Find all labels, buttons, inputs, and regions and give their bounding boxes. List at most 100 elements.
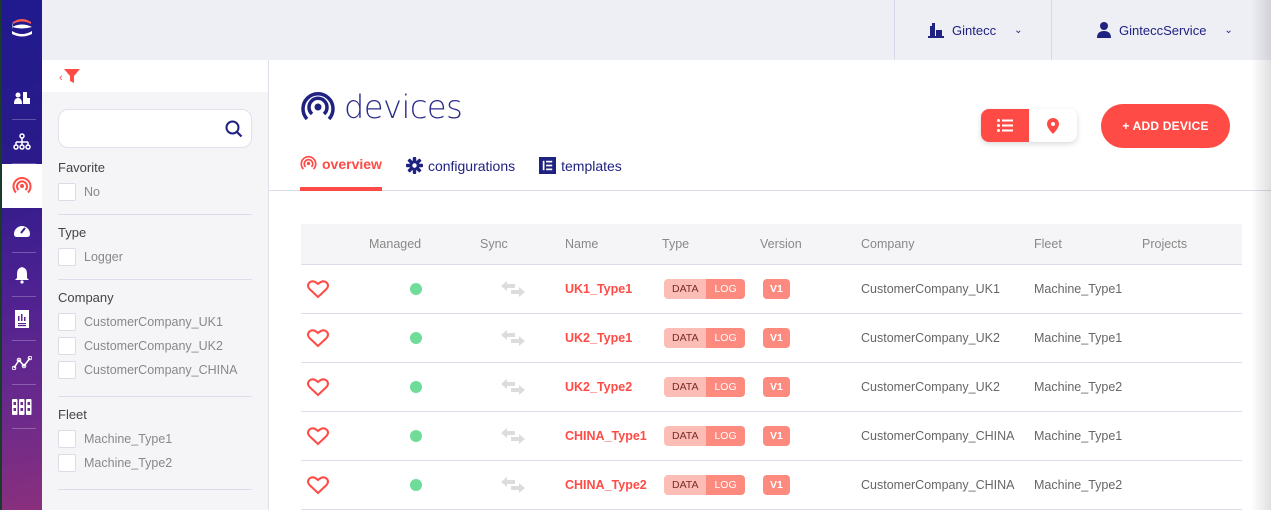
chevron-left-icon: ‹ bbox=[59, 72, 63, 84]
device-name-link[interactable]: UK2_Type1 bbox=[565, 331, 632, 345]
type-badge: DATA LOG bbox=[664, 426, 745, 446]
sync-arrows-icon bbox=[501, 428, 525, 444]
table-row[interactable]: CHINA_Type2 DATA LOG V1 CustomerCompany_… bbox=[301, 461, 1242, 510]
nav-devices[interactable] bbox=[2, 164, 42, 208]
device-name-cell[interactable]: UK2_Type1 bbox=[565, 314, 632, 362]
filter-option[interactable]: Machine_Type1 bbox=[58, 427, 252, 451]
filter-option[interactable]: No bbox=[58, 180, 252, 204]
broadcast-icon bbox=[301, 92, 335, 121]
nav-storage[interactable] bbox=[2, 385, 42, 429]
version-badge: V1 bbox=[763, 475, 790, 495]
column-header-type[interactable]: Type bbox=[662, 237, 689, 251]
app-logo[interactable] bbox=[2, 16, 42, 46]
nav-companies[interactable] bbox=[2, 76, 42, 120]
user-dropdown[interactable]: GinteccService ⌄ bbox=[1051, 0, 1271, 60]
filter-toggle[interactable]: ‹ bbox=[42, 60, 268, 92]
table-row[interactable]: UK2_Type1 DATA LOG V1 CustomerCompany_UK… bbox=[301, 314, 1242, 363]
tab-overview[interactable]: overview bbox=[300, 152, 382, 191]
checkbox[interactable] bbox=[58, 361, 76, 379]
page-title: devices bbox=[300, 88, 463, 126]
column-header-company[interactable]: Company bbox=[861, 237, 915, 251]
sync-status[interactable] bbox=[501, 363, 525, 411]
device-name-cell[interactable]: CHINA_Type1 bbox=[565, 412, 647, 460]
type-badge-log: LOG bbox=[706, 475, 745, 495]
managed-status bbox=[410, 363, 422, 411]
sync-status[interactable] bbox=[501, 265, 525, 313]
checkbox[interactable] bbox=[58, 183, 76, 201]
device-name-cell[interactable]: UK1_Type1 bbox=[565, 265, 632, 313]
sync-status[interactable] bbox=[501, 412, 525, 460]
sync-arrows-icon bbox=[501, 379, 525, 395]
checkbox[interactable] bbox=[58, 313, 76, 331]
search-icon[interactable] bbox=[225, 120, 243, 138]
map-view-button[interactable] bbox=[1029, 109, 1077, 142]
sync-status[interactable] bbox=[501, 461, 525, 509]
filter-search-input[interactable] bbox=[59, 110, 219, 147]
checkbox[interactable] bbox=[58, 454, 76, 472]
company-dropdown[interactable]: Gintecc ⌄ bbox=[894, 0, 1051, 60]
column-header-fleet[interactable]: Fleet bbox=[1034, 237, 1062, 251]
tab-templates[interactable]: templates bbox=[539, 152, 622, 191]
type-cell: DATA LOG bbox=[664, 265, 745, 313]
nav-reports[interactable] bbox=[2, 297, 42, 341]
filter-group-company: Company CustomerCompany_UK1 CustomerComp… bbox=[58, 280, 252, 397]
checkbox[interactable] bbox=[58, 248, 76, 266]
device-name-link[interactable]: UK2_Type2 bbox=[565, 380, 632, 394]
checkbox[interactable] bbox=[58, 430, 76, 448]
filter-option[interactable]: CustomerCompany_UK2 bbox=[58, 334, 252, 358]
device-name-link[interactable]: CHINA_Type2 bbox=[565, 478, 647, 492]
heart-icon bbox=[307, 475, 329, 494]
filter-option[interactable]: Logger bbox=[58, 245, 252, 269]
company-cell: CustomerCompany_UK1 bbox=[861, 282, 1000, 296]
version-badge: V1 bbox=[763, 426, 790, 446]
favorite-toggle[interactable] bbox=[307, 412, 329, 460]
device-name-cell[interactable]: UK2_Type2 bbox=[565, 363, 632, 411]
table-row[interactable]: UK2_Type2 DATA LOG V1 CustomerCompany_UK… bbox=[301, 363, 1242, 412]
filter-option[interactable]: Machine_Type2 bbox=[58, 451, 252, 475]
nav-analytics[interactable] bbox=[2, 341, 42, 385]
filter-option[interactable]: CustomerCompany_UK1 bbox=[58, 310, 252, 334]
sync-arrows-icon bbox=[501, 330, 525, 346]
column-header-managed[interactable]: Managed bbox=[369, 237, 421, 251]
list-view-button[interactable] bbox=[981, 109, 1029, 142]
device-name-link[interactable]: UK1_Type1 bbox=[565, 282, 632, 296]
table-row[interactable]: CHINA_Type1 DATA LOG V1 CustomerCompany_… bbox=[301, 412, 1242, 461]
sync-status[interactable] bbox=[501, 314, 525, 362]
device-name-cell[interactable]: CHINA_Type2 bbox=[565, 461, 647, 509]
type-cell: DATA LOG bbox=[664, 314, 745, 362]
status-dot bbox=[410, 381, 422, 393]
column-header-sync[interactable]: Sync bbox=[480, 237, 508, 251]
sitemap-icon bbox=[13, 133, 31, 150]
favorite-toggle[interactable] bbox=[307, 265, 329, 313]
type-badge-log: LOG bbox=[706, 426, 745, 446]
gear-icon bbox=[405, 157, 423, 174]
checkbox[interactable] bbox=[58, 337, 76, 355]
filter-option[interactable]: CustomerCompany_CHINA bbox=[58, 358, 252, 382]
favorite-toggle[interactable] bbox=[307, 461, 329, 509]
map-pin-icon bbox=[1047, 117, 1059, 134]
managed-status bbox=[410, 265, 422, 313]
status-dot bbox=[410, 479, 422, 491]
favorite-toggle[interactable] bbox=[307, 314, 329, 362]
column-header-name[interactable]: Name bbox=[565, 237, 598, 251]
add-device-button[interactable]: + ADD DEVICE bbox=[1101, 104, 1230, 148]
type-badge: DATA LOG bbox=[664, 328, 745, 348]
column-header-version[interactable]: Version bbox=[760, 237, 802, 251]
page-header: devices overview configurations template… bbox=[269, 60, 1271, 191]
filter-group-title: Fleet bbox=[58, 407, 87, 422]
column-header-projects[interactable]: Projects bbox=[1142, 237, 1187, 251]
version-cell: V1 bbox=[763, 363, 790, 411]
user-name: GinteccService bbox=[1119, 22, 1207, 38]
heart-icon bbox=[307, 328, 329, 347]
type-badge: DATA LOG bbox=[664, 279, 745, 299]
filter-group-title: Favorite bbox=[58, 160, 105, 175]
version-cell: V1 bbox=[763, 412, 790, 460]
favorite-toggle[interactable] bbox=[307, 363, 329, 411]
nav-hierarchy[interactable] bbox=[2, 120, 42, 164]
type-badge: DATA LOG bbox=[664, 475, 745, 495]
nav-alerts[interactable] bbox=[2, 253, 42, 297]
device-name-link[interactable]: CHINA_Type1 bbox=[565, 429, 647, 443]
nav-dashboard[interactable] bbox=[2, 208, 42, 252]
table-row[interactable]: UK1_Type1 DATA LOG V1 CustomerCompany_UK… bbox=[301, 265, 1242, 314]
tab-configurations[interactable]: configurations bbox=[405, 152, 515, 191]
